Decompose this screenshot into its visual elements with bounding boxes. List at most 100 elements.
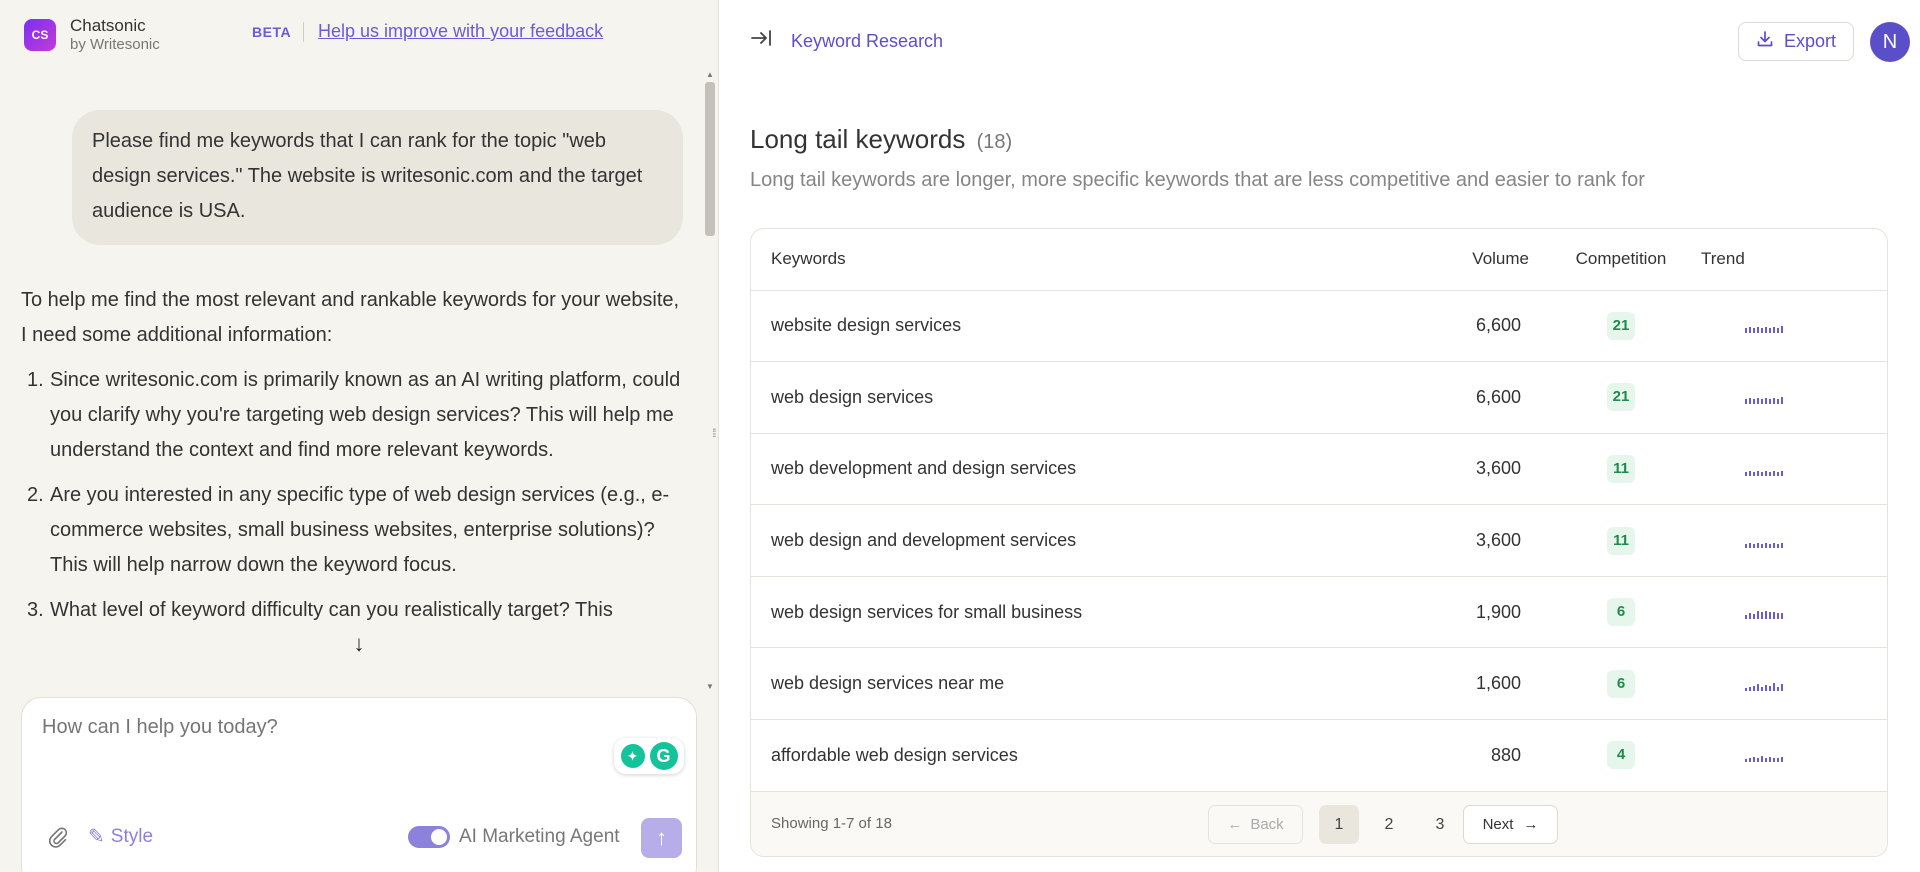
export-button[interactable]: Export — [1738, 22, 1854, 61]
trend-bar — [1777, 758, 1779, 763]
trend-bar — [1777, 471, 1779, 476]
next-button[interactable]: Next → — [1463, 805, 1558, 844]
table-row[interactable]: website design services 6,600 21 — [751, 290, 1887, 363]
feather-icon: ✎ — [88, 826, 105, 848]
keyword-cell: web development and design services — [751, 433, 1421, 506]
trend-bar — [1769, 685, 1771, 691]
scroll-to-bottom-button[interactable]: ↓ — [340, 625, 378, 663]
trend-bar — [1753, 685, 1755, 691]
trend-bar — [1765, 542, 1767, 548]
page-3-button[interactable]: 3 — [1420, 805, 1460, 844]
message-input[interactable] — [42, 716, 602, 739]
brand-name: Chatsonic — [70, 16, 146, 35]
collapse-panel-icon[interactable] — [750, 28, 774, 54]
trend-bar — [1745, 327, 1747, 333]
col-competition-header[interactable]: Competition — [1561, 229, 1681, 291]
keyword-cell: web design services for small business — [751, 576, 1421, 649]
trend-bar — [1781, 542, 1783, 548]
competition-badge: 21 — [1606, 383, 1636, 412]
send-button[interactable]: ↑ — [641, 818, 682, 858]
arrow-up-icon: ↑ — [656, 825, 667, 850]
table-row[interactable]: web development and design services 3,600… — [751, 433, 1887, 506]
brand-text: Chatsonic by Writesonic — [70, 16, 160, 54]
scroll-down-arrow-icon[interactable]: ▼ — [706, 682, 714, 691]
trend-sparkline — [1701, 677, 1887, 691]
list-item: 1. Since writesonic.com is primarily know… — [27, 369, 681, 461]
trend-bar — [1761, 756, 1763, 763]
style-button[interactable]: ✎ Style — [88, 824, 153, 849]
trend-bar — [1761, 543, 1763, 548]
volume-cell: 3,600 — [1421, 433, 1561, 506]
trend-cell — [1681, 504, 1887, 577]
section-title: Long tail keywords (18) — [750, 124, 1012, 155]
trend-bar — [1749, 398, 1751, 405]
paperclip-icon[interactable] — [48, 826, 68, 854]
trend-bar — [1761, 399, 1763, 405]
page-2-button[interactable]: 2 — [1369, 805, 1409, 844]
back-button[interactable]: ← Back — [1208, 805, 1303, 844]
competition-cell: 21 — [1561, 290, 1681, 363]
competition-cell: 11 — [1561, 433, 1681, 506]
trend-bar — [1765, 758, 1767, 763]
trend-bar — [1749, 758, 1751, 763]
chat-scrollbar-thumb[interactable] — [705, 82, 715, 236]
ai-marketing-agent-toggle[interactable] — [408, 826, 450, 848]
competition-badge: 11 — [1607, 454, 1635, 483]
trend-bar — [1761, 327, 1763, 333]
trend-bar — [1749, 326, 1751, 333]
trend-bar — [1765, 611, 1767, 620]
export-label: Export — [1783, 31, 1837, 51]
trend-bar — [1749, 613, 1751, 620]
trend-cell — [1681, 290, 1887, 363]
next-label: Next — [1482, 816, 1514, 833]
lightbulb-icon[interactable]: ✦ — [620, 744, 645, 768]
brand[interactable]: CS Chatsonic by Writesonic — [24, 16, 160, 54]
volume-cell: 3,600 — [1421, 504, 1561, 577]
competition-badge: 21 — [1606, 311, 1636, 340]
pane-resize-handle-icon[interactable]: ⁞⁞ — [712, 426, 716, 440]
avatar[interactable]: N — [1870, 22, 1910, 62]
table-row[interactable]: web design services 6,600 21 — [751, 361, 1887, 434]
table-row[interactable]: web design and development services 3,600… — [751, 504, 1887, 577]
trend-bar — [1753, 614, 1755, 620]
pagination-bar: Showing 1-7 of 18 ← Back 1 2 3 Next → — [751, 791, 1887, 856]
competition-cell: 6 — [1561, 647, 1681, 721]
table-row[interactable]: web design services for small business 1,… — [751, 576, 1887, 649]
col-volume-header[interactable]: Volume — [1421, 229, 1561, 291]
chat-history[interactable]: Please find me keywords that I can rank … — [0, 70, 706, 694]
trend-sparkline — [1701, 390, 1887, 405]
trend-bar — [1773, 612, 1775, 620]
grammarly-widget[interactable]: ✦ G — [614, 738, 684, 774]
showing-count: Showing 1-7 of 18 — [771, 815, 892, 832]
trend-bar — [1769, 612, 1771, 620]
feedback-link[interactable]: Help us improve with your feedback — [318, 21, 603, 42]
divider — [303, 22, 304, 42]
volume-cell: 880 — [1421, 719, 1561, 792]
trend-bar — [1757, 611, 1759, 620]
table-row[interactable]: affordable web design services 880 4 — [751, 719, 1887, 792]
arrow-left-icon: ← — [1227, 816, 1243, 833]
trend-bar — [1753, 327, 1755, 333]
message-composer: ✦ G ✎ Style AI Marketing Agent ↑ — [21, 697, 697, 872]
trend-bar — [1777, 327, 1779, 333]
trend-bar — [1773, 682, 1775, 691]
trend-bar — [1765, 398, 1767, 405]
trend-cell — [1681, 719, 1887, 792]
trend-sparkline — [1701, 605, 1887, 620]
list-item: 3. What level of keyword difficulty can y… — [27, 599, 613, 621]
page-1-button[interactable]: 1 — [1319, 805, 1359, 844]
trend-bar — [1765, 326, 1767, 333]
scroll-up-arrow-icon[interactable]: ▲ — [706, 70, 714, 79]
trend-cell — [1681, 433, 1887, 506]
style-label: Style — [110, 825, 154, 847]
volume-cell: 1,900 — [1421, 576, 1561, 649]
table-row[interactable]: web design services near me 1,600 6 — [751, 647, 1887, 721]
trend-bar — [1773, 470, 1775, 476]
arrow-right-icon: → — [1523, 816, 1539, 833]
grammarly-icon[interactable]: G — [649, 742, 678, 770]
ai-marketing-agent-label: AI Marketing Agent — [459, 826, 620, 847]
trend-bar — [1765, 470, 1767, 476]
trend-bar — [1781, 325, 1783, 333]
trend-bar — [1781, 397, 1783, 405]
back-label: Back — [1250, 816, 1284, 833]
